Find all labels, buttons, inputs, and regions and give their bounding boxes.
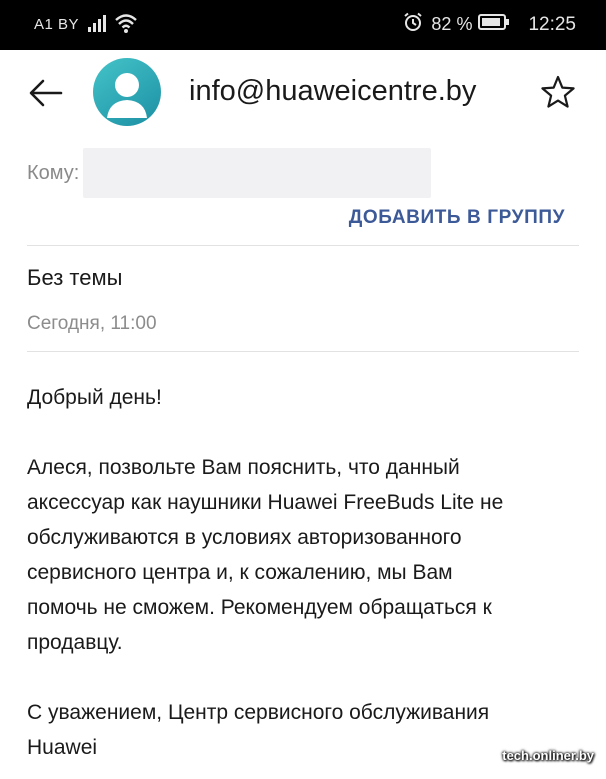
back-arrow-icon	[29, 79, 63, 112]
body-line: помочь не сможем. Рекомендуем обращаться…	[27, 596, 492, 619]
body-line: Алеся, позвольте Вам пояснить, что данны…	[27, 456, 460, 479]
body-line: обслуживаются в условиях авторизованного	[27, 526, 462, 549]
wifi-icon	[114, 12, 138, 39]
body-line: продавцу.	[27, 631, 123, 654]
body-line: аксессуар как наушники Huawei FreeBuds L…	[27, 491, 504, 514]
watermark: tech.onliner.by	[502, 748, 594, 763]
add-to-group-button[interactable]: ДОБАВИТЬ В ГРУППУ	[349, 207, 565, 229]
email-date: Сегодня, 11:00	[27, 313, 157, 334]
favorite-button[interactable]	[538, 74, 578, 114]
carrier-label: A1 BY	[34, 16, 80, 33]
star-icon	[540, 75, 576, 114]
back-button[interactable]	[26, 75, 66, 115]
clock: 12:25	[528, 13, 576, 35]
status-right: 82 % 12:25	[403, 12, 576, 37]
divider	[27, 351, 579, 352]
recipient-value[interactable]	[83, 148, 431, 198]
recipient-label: Кому:	[27, 162, 80, 184]
battery-percent: 82 %	[431, 14, 473, 34]
signal-icon	[88, 14, 108, 37]
divider	[27, 245, 579, 246]
battery-icon	[478, 13, 510, 36]
email-header: info@huaweicentre.by	[0, 50, 606, 140]
email-subject: Без темы	[27, 265, 123, 290]
signature-line: С уважением, Центр сервисного обслуживан…	[27, 701, 490, 724]
avatar-person-icon	[93, 73, 161, 126]
sender-address: info@huaweicentre.by	[189, 75, 477, 107]
recipient-row: Кому:	[27, 148, 587, 198]
status-bar: A1 BY 82 % 12:25	[0, 0, 606, 50]
alarm-icon	[403, 12, 423, 37]
email-body: Добрый день! Алеся, позвольте Вам поясни…	[27, 380, 587, 765]
avatar[interactable]	[93, 58, 161, 126]
body-line: сервисного центра и, к сожалению, мы Вам	[27, 561, 453, 584]
greeting: Добрый день!	[27, 386, 162, 409]
